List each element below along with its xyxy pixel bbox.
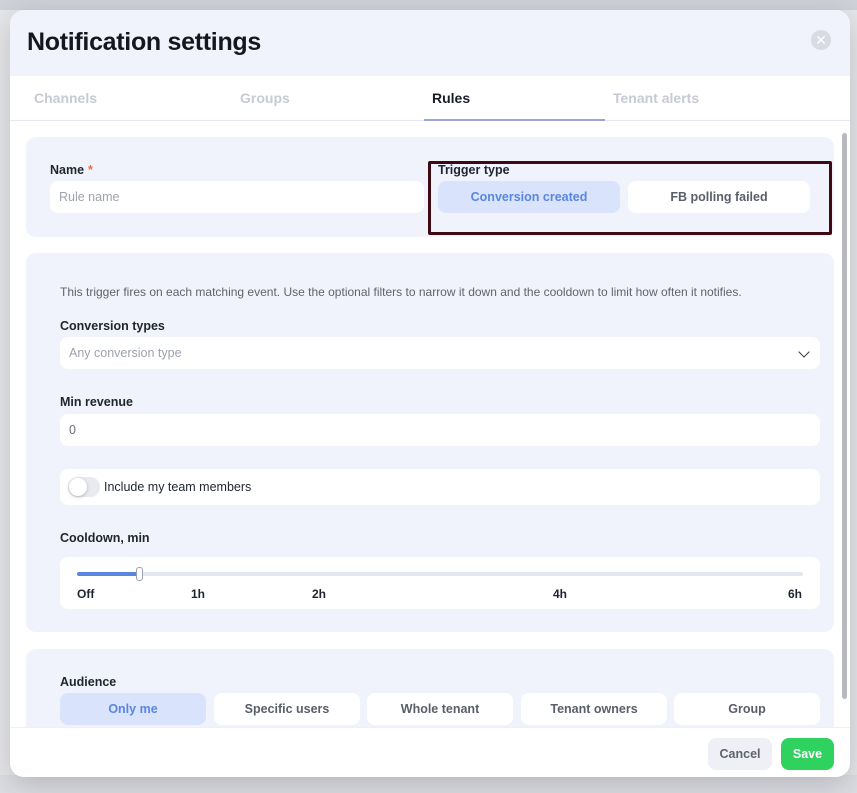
cooldown-tick-6h: 6h <box>788 587 803 601</box>
cooldown-slider-track[interactable] <box>77 572 803 576</box>
tab-bar: Channels Groups Rules Tenant alerts <box>10 76 850 121</box>
modal-title: Notification settings <box>27 28 261 56</box>
cooldown-tick-4h: 4h <box>553 587 568 601</box>
rule-name-input[interactable]: Rule name <box>50 181 424 213</box>
cooldown-label: Cooldown, min <box>60 531 150 545</box>
include-team-toggle[interactable] <box>68 477 100 497</box>
trigger-type-highlight <box>428 161 832 235</box>
name-label: Name * <box>50 163 93 177</box>
background-header <box>0 0 857 10</box>
min-revenue-label: Min revenue <box>60 395 133 409</box>
modal-footer: Cancel Save <box>10 727 850 777</box>
cooldown-tick-1h: 1h <box>191 587 206 601</box>
audience-card: Audience Only me Specific users Whole te… <box>26 649 834 727</box>
tab-groups[interactable]: Groups <box>240 76 290 121</box>
conversion-types-select[interactable]: Any conversion type <box>60 337 820 369</box>
scrollbar[interactable] <box>842 133 847 699</box>
tab-channels[interactable]: Channels <box>34 76 97 121</box>
close-icon[interactable]: ✕ <box>811 30 831 50</box>
conversion-types-placeholder: Any conversion type <box>69 346 182 360</box>
rule-form-scroll-area[interactable]: Name * Rule name Trigger type Conversion … <box>10 121 850 727</box>
include-team-label: Include my team members <box>104 480 252 494</box>
audience-whole-tenant-button[interactable]: Whole tenant <box>367 693 513 725</box>
trigger-description: This trigger fires on each matching even… <box>60 285 742 299</box>
tab-tenant-alerts[interactable]: Tenant alerts <box>613 76 699 121</box>
audience-tenant-owners-button[interactable]: Tenant owners <box>521 693 667 725</box>
audience-label: Audience <box>60 675 117 689</box>
audience-specific-users-button[interactable]: Specific users <box>214 693 360 725</box>
audience-only-me-button[interactable]: Only me <box>60 693 206 725</box>
rule-filters-card: This trigger fires on each matching even… <box>26 253 834 632</box>
name-label-text: Name <box>50 163 85 177</box>
required-mark: * <box>88 163 93 177</box>
cooldown-slider-fill <box>77 572 139 576</box>
modal-header: Notification settings ✕ <box>10 10 850 76</box>
cooldown-tick-off: Off <box>77 587 95 601</box>
toggle-knob <box>69 478 87 496</box>
cooldown-tick-2h: 2h <box>312 587 327 601</box>
tab-rules[interactable]: Rules <box>432 76 470 121</box>
chevron-down-icon <box>798 346 810 358</box>
cooldown-slider-box: Off 1h 2h 4h 6h <box>60 557 820 609</box>
include-team-row: Include my team members <box>60 469 820 505</box>
min-revenue-input[interactable]: 0 <box>60 414 820 446</box>
save-button[interactable]: Save <box>781 738 834 770</box>
conversion-types-label: Conversion types <box>60 319 165 333</box>
cancel-button[interactable]: Cancel <box>708 738 772 770</box>
audience-group-button[interactable]: Group <box>674 693 820 725</box>
cooldown-slider-thumb[interactable] <box>136 567 143 581</box>
notification-settings-modal: Notification settings ✕ Channels Groups … <box>10 10 850 777</box>
background-footer <box>0 775 857 793</box>
